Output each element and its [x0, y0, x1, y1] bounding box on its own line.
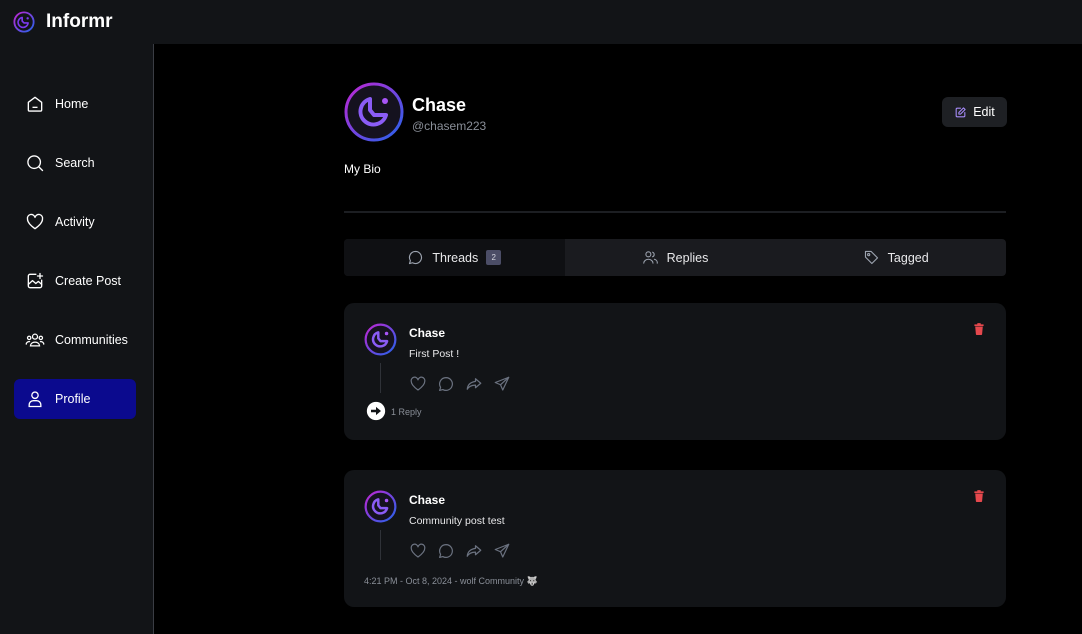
sidebar-item-label: Activity	[55, 215, 95, 229]
main-content: Chase @chasem223 Edit My Bio Threads 2 R…	[155, 44, 1082, 634]
thread-card: Chase First Post ! 1 Reply	[344, 303, 1006, 440]
profile-bio: My Bio	[344, 162, 381, 176]
chat-bubble-icon	[409, 250, 423, 265]
repost-button[interactable]	[465, 542, 483, 560]
tab-label: Replies	[666, 250, 709, 265]
logo-icon[interactable]	[13, 11, 35, 33]
heart-icon	[410, 543, 426, 558]
sidebar-item-profile[interactable]: Profile	[14, 379, 136, 419]
app-title[interactable]: Informr	[46, 11, 113, 33]
search-icon	[27, 155, 44, 172]
like-button[interactable]	[409, 375, 427, 393]
delete-icon[interactable]	[972, 322, 986, 336]
tag-icon	[864, 250, 878, 265]
threads-count-badge: 2	[486, 250, 502, 265]
edit-profile-button[interactable]: Edit	[942, 97, 1007, 127]
thread-line	[380, 530, 381, 560]
sidebar: Home Search Activity Create Post Communi…	[0, 44, 154, 634]
author-avatar[interactable]	[364, 490, 397, 523]
sidebar-item-search[interactable]: Search	[14, 143, 136, 183]
sidebar-item-label: Create Post	[55, 274, 122, 288]
sidebar-item-label: Communities	[55, 333, 128, 347]
edit-icon	[955, 106, 966, 117]
send-icon	[494, 543, 510, 558]
reply-arrow-icon[interactable]	[366, 401, 386, 421]
thread-text: Community post test	[409, 515, 505, 527]
edit-label: Edit	[973, 105, 995, 119]
divider	[344, 211, 1006, 213]
communities-icon	[25, 333, 45, 347]
author-avatar[interactable]	[364, 323, 397, 356]
reply-count[interactable]: 1 Reply	[391, 407, 422, 417]
chat-bubble-icon	[439, 377, 453, 391]
home-icon	[27, 96, 43, 112]
tab-tagged[interactable]: Tagged	[785, 239, 1006, 276]
repost-button[interactable]	[465, 375, 483, 393]
profile-handle: @chasem223	[412, 119, 487, 133]
thread-card: Chase Community post test 4:21 PM - Oct …	[344, 470, 1006, 607]
author-name[interactable]: Chase	[409, 493, 445, 507]
heart-icon	[26, 213, 44, 230]
sidebar-item-label: Search	[55, 156, 95, 170]
reply-button[interactable]	[437, 375, 455, 393]
author-name[interactable]: Chase	[409, 326, 445, 340]
sidebar-item-communities[interactable]: Communities	[14, 320, 136, 360]
thread-meta[interactable]: 4:21 PM - Oct 8, 2024 - wolf Community 🐺	[364, 576, 538, 587]
heart-icon	[410, 376, 426, 391]
share-arrow-icon	[466, 545, 482, 557]
thread-actions	[409, 542, 511, 560]
thread-text: First Post !	[409, 348, 460, 360]
tab-threads[interactable]: Threads 2	[344, 239, 565, 276]
tab-label: Tagged	[887, 250, 929, 265]
sidebar-item-home[interactable]: Home	[14, 84, 136, 124]
sidebar-item-label: Profile	[55, 392, 91, 406]
sidebar-item-create-post[interactable]: Create Post	[14, 261, 136, 301]
top-bar: Informr	[0, 0, 1082, 44]
user-icon	[28, 391, 42, 408]
profile-name: Chase	[412, 95, 467, 115]
send-icon	[494, 376, 510, 391]
chat-bubble-icon	[439, 544, 453, 558]
profile-tabs: Threads 2 Replies Tagged	[344, 239, 1006, 276]
delete-icon[interactable]	[972, 489, 986, 503]
reply-button[interactable]	[437, 542, 455, 560]
sidebar-item-activity[interactable]: Activity	[14, 202, 136, 242]
send-button[interactable]	[493, 375, 511, 393]
thread-actions	[409, 375, 511, 393]
tab-label: Threads	[432, 250, 479, 265]
profile-avatar[interactable]	[344, 82, 404, 142]
create-post-icon	[27, 272, 44, 289]
thread-line	[380, 363, 381, 393]
send-button[interactable]	[493, 542, 511, 560]
tab-replies[interactable]: Replies	[565, 239, 786, 276]
users-icon	[642, 251, 658, 264]
sidebar-item-label: Home	[55, 97, 89, 111]
share-arrow-icon	[466, 378, 482, 390]
like-button[interactable]	[409, 542, 427, 560]
